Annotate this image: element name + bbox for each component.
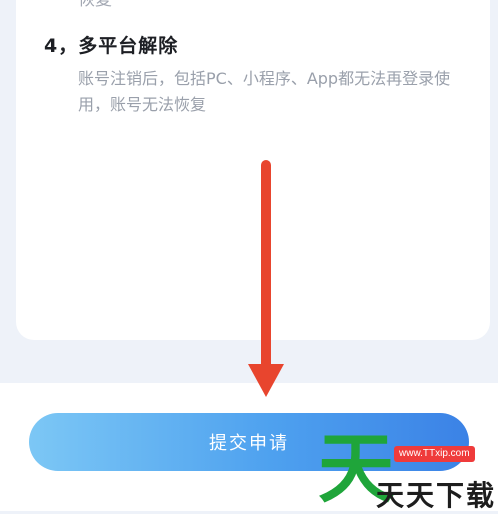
watermark-name: 天天下载 — [376, 479, 497, 512]
section-description: 账号注销后，包括PC、小程序、App都无法再登录使用，账号无法恢复 — [78, 69, 451, 114]
section-title: 4，多平台解除 — [44, 35, 179, 57]
previous-item-text: 恢复 — [78, 0, 112, 10]
watermark-url: www.TTxip.com — [394, 446, 475, 462]
watermark: 天 www.TTxip.com 天天下载 — [318, 430, 498, 513]
